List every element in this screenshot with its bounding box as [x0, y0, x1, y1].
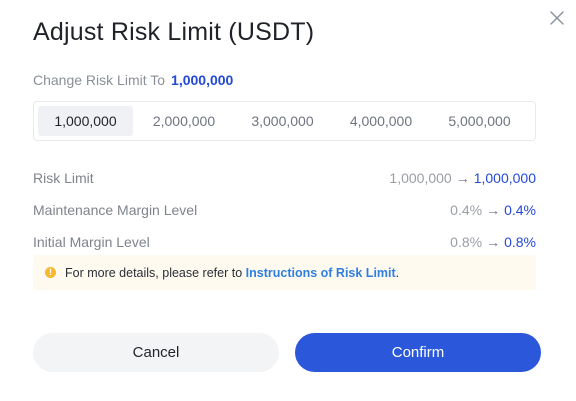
detail-label: Maintenance Margin Level: [33, 202, 198, 218]
arrow-right-icon: →: [486, 234, 501, 250]
notice-suffix: .: [395, 265, 400, 280]
detail-label: Initial Margin Level: [33, 234, 150, 250]
arrow-right-icon: →: [486, 202, 501, 218]
detail-old-value: 1,000,000: [389, 170, 452, 186]
risk-limit-option-3000000[interactable]: 3,000,000: [235, 106, 330, 136]
risk-limit-instructions-link[interactable]: Instructions of Risk Limit: [246, 266, 396, 280]
detail-values: 0.4% → 0.4%: [450, 202, 536, 218]
risk-details: Risk Limit 1,000,000 → 1,000,000 Maintenan…: [33, 162, 536, 258]
info-icon: !: [45, 267, 56, 278]
confirm-button[interactable]: Confirm: [295, 333, 541, 372]
detail-row-risk-limit: Risk Limit 1,000,000 → 1,000,000: [33, 162, 536, 194]
adjust-risk-limit-dialog: Adjust Risk Limit (USDT) Change Risk Lim…: [0, 0, 576, 401]
detail-new-value: 0.8%: [504, 234, 536, 250]
arrow-right-icon: →: [455, 170, 470, 186]
dialog-title: Adjust Risk Limit (USDT): [33, 18, 315, 46]
risk-limit-options: 1,000,000 2,000,000 3,000,000 4,000,000 …: [33, 101, 536, 141]
detail-old-value: 0.4%: [450, 202, 483, 218]
detail-label: Risk Limit: [33, 170, 94, 186]
risk-limit-option-5000000[interactable]: 5,000,000: [432, 106, 527, 136]
change-risk-limit-line: Change Risk Limit To 1,000,000: [33, 71, 233, 89]
detail-new-value: 0.4%: [504, 202, 536, 218]
close-button[interactable]: [547, 8, 567, 28]
detail-old-value: 0.8%: [450, 234, 483, 250]
detail-row-maintenance-margin: Maintenance Margin Level 0.4% → 0.4%: [33, 194, 536, 226]
detail-values: 0.8% → 0.8%: [450, 234, 536, 250]
risk-limit-option-2000000[interactable]: 2,000,000: [137, 106, 232, 136]
risk-limit-option-4000000[interactable]: 4,000,000: [334, 106, 429, 136]
info-notice: ! For more details, please refer to Inst…: [33, 255, 536, 290]
change-risk-limit-label: Change Risk Limit To: [33, 72, 166, 88]
close-icon: [550, 11, 564, 25]
detail-values: 1,000,000 → 1,000,000: [389, 170, 536, 186]
notice-text: For more details, please refer to: [65, 265, 243, 280]
detail-new-value: 1,000,000: [473, 170, 536, 186]
change-risk-limit-value: 1,000,000: [171, 72, 234, 88]
detail-row-initial-margin: Initial Margin Level 0.8% → 0.8%: [33, 226, 536, 258]
risk-limit-option-1000000[interactable]: 1,000,000: [38, 106, 133, 136]
cancel-button[interactable]: Cancel: [33, 333, 279, 372]
